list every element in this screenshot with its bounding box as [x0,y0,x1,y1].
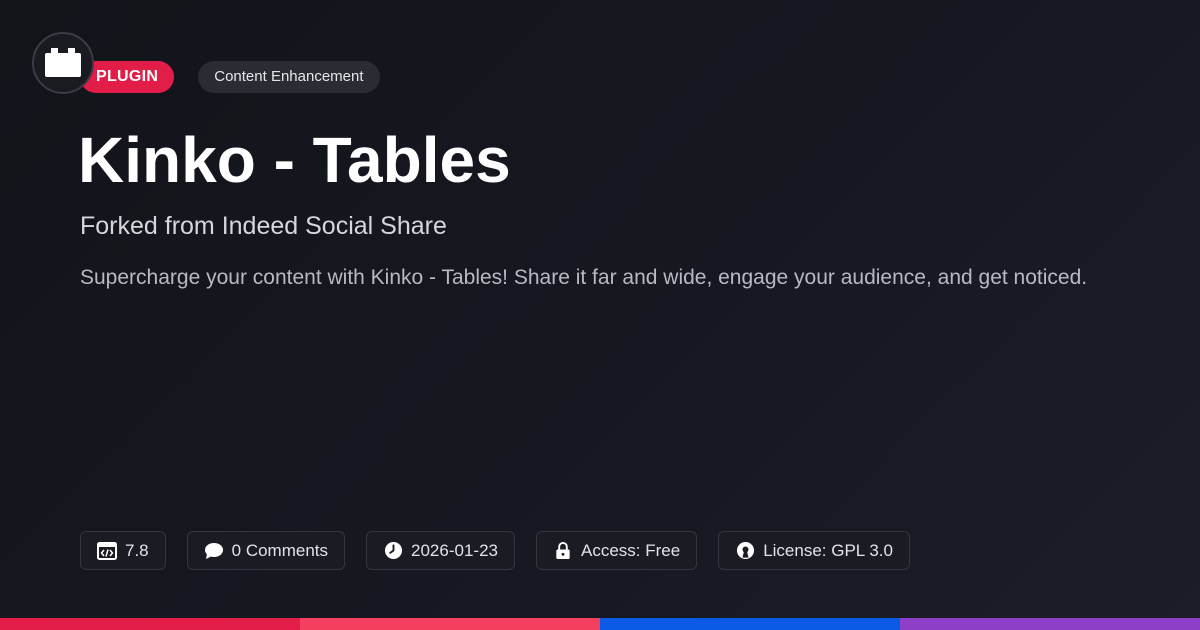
accent-segment [300,618,600,630]
comments-pill[interactable]: 0 Comments [186,531,346,570]
badge-row: PLUGIN Content Enhancement [80,61,380,93]
meta-row: 7.8 0 Comments 2026-01-23 Access: Free L… [80,531,910,570]
subtitle: Forked from Indeed Social Share [80,212,447,240]
accent-segment [900,618,1200,630]
access-pill: Access: Free [535,531,698,570]
lock-icon [553,541,573,561]
comments-value: 0 Comments [231,540,329,560]
clock-icon [383,541,403,561]
speech-bubble-icon [204,541,224,561]
version-value: 7.8 [125,540,149,560]
license-value: License: GPL 3.0 [763,540,893,560]
description: Supercharge your content with Kinko - Ta… [80,266,1088,289]
open-source-icon [735,541,755,561]
access-value: Access: Free [580,540,681,560]
plugin-avatar [32,32,94,94]
code-window-icon [97,541,117,561]
plugin-block-icon [44,48,82,78]
version-pill: 7.8 [80,531,166,570]
page-title: Kinko - Tables [78,124,511,196]
type-badge: PLUGIN [80,61,175,93]
date-value: 2026-01-23 [411,540,498,560]
license-pill: License: GPL 3.0 [718,531,910,570]
accent-segment [0,618,300,630]
category-badge[interactable]: Content Enhancement [198,61,380,93]
date-pill: 2026-01-23 [366,531,515,570]
accent-segment [600,618,900,630]
bottom-accent-bar [0,618,1200,630]
